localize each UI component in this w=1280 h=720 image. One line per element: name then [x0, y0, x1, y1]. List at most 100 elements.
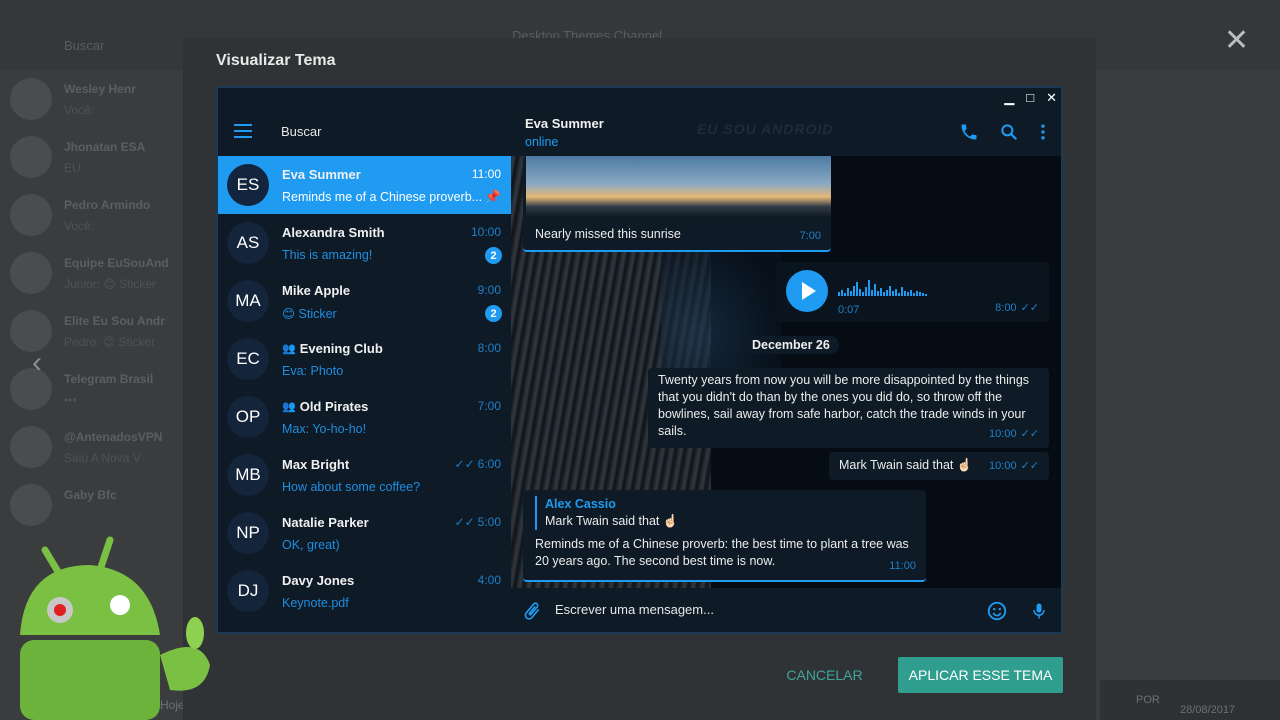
chat-name: Elite Eu Sou Andr: [64, 314, 165, 328]
maximize-icon[interactable]: □: [1026, 90, 1034, 106]
background-chat-item[interactable]: Pedro Armindo Você:: [0, 186, 180, 244]
chat-item[interactable]: AS Alexandra Smith 10:00 This is amazing! 2: [218, 214, 511, 272]
chat-preview: OK, great): [282, 538, 340, 552]
background-chat-list: Wesley Henr Você: Jhonatan ESA EU: Pedro Arm…: [0, 70, 180, 534]
chat-item[interactable]: NP Natalie Parker ✓✓ 5:00 OK, great): [218, 504, 511, 562]
minimize-icon[interactable]: ▁: [1004, 90, 1014, 106]
waveform-bar: [871, 290, 873, 296]
search-icon[interactable]: [999, 122, 1019, 142]
waveform-bar: [901, 287, 903, 296]
chat-name: 👥 Evening Club: [282, 341, 383, 356]
background-chat-item[interactable]: Elite Eu Sou Andr Pedro: 😊 Sticker: [0, 302, 180, 360]
chat-item[interactable]: OP 👥 Old Pirates 7:00 Max: Yo-ho-ho!: [218, 388, 511, 446]
chat-item[interactable]: EC 👥 Evening Club 8:00 Eva: Photo: [218, 330, 511, 388]
message-input[interactable]: [555, 602, 955, 617]
background-chat-item[interactable]: Wesley Henr Você:: [0, 70, 180, 128]
avatar: [10, 252, 52, 294]
modal-title: Visualizar Tema: [216, 52, 336, 69]
outgoing-message[interactable]: Mark Twain said that ☝🏻 10:00 ✓✓: [829, 452, 1049, 480]
double-check-icon: ✓✓: [1020, 428, 1039, 440]
photo-caption: Nearly missed this sunrise: [535, 227, 681, 241]
chat-preview: Saiu A Nova V: [64, 451, 141, 465]
chat-time: ✓✓ 5:00: [454, 515, 501, 529]
avatar: [10, 136, 52, 178]
waveform-bar: [922, 293, 924, 296]
avatar: AS: [227, 222, 269, 264]
unread-badge: 2: [485, 305, 502, 322]
chat-name: Equipe EuSouAnd: [64, 256, 169, 270]
double-check-icon: ✓✓: [454, 515, 475, 529]
voice-duration: 0:07: [838, 304, 860, 316]
cancel-button[interactable]: CANCELAR: [773, 657, 876, 693]
preview-search[interactable]: Buscar: [281, 124, 321, 139]
outgoing-message[interactable]: Twenty years from now you will be more d…: [648, 368, 1049, 448]
avatar: [10, 484, 52, 526]
chat-preview: 😊 Sticker: [282, 307, 337, 321]
message-time: 11:00: [889, 560, 916, 572]
phone-icon[interactable]: [959, 122, 979, 142]
avatar: MA: [227, 280, 269, 322]
avatar: OP: [227, 396, 269, 438]
message-time: 8:00 ✓✓: [995, 300, 1039, 317]
watermark: EU SOU ANDROID: [697, 121, 834, 137]
microphone-icon[interactable]: [1029, 600, 1049, 622]
sunrise-photo[interactable]: [526, 156, 831, 218]
chat-time: 11:00: [471, 167, 501, 181]
more-vertical-icon[interactable]: [1039, 122, 1047, 142]
chat-time: 7:00: [477, 399, 501, 413]
background-chat-item[interactable]: Equipe EuSouAnd Junior: 😊 Sticker: [0, 244, 180, 302]
waveform-bar: [838, 292, 840, 296]
incoming-reply-message[interactable]: Alex Cassio Mark Twain said that ☝🏻 Remi…: [523, 490, 926, 582]
apply-theme-button[interactable]: APLICAR ESSE TEMA: [898, 657, 1063, 693]
chat-item[interactable]: DJ Davy Jones 4:00 Keynote.pdf: [218, 562, 511, 620]
chat-preview: EU:: [64, 161, 85, 175]
message-composer: [511, 588, 1061, 632]
waveform-bar: [907, 292, 909, 296]
chat-preview: Você:: [64, 103, 95, 117]
reply-author: Alex Cassio: [545, 497, 616, 511]
hamburger-menu-icon[interactable]: [234, 124, 252, 138]
avatar: [10, 78, 52, 120]
waveform-bar: [847, 288, 849, 296]
chat-preview: Max: Yo-ho-ho!: [282, 422, 367, 436]
chat-name: Alexandra Smith: [282, 225, 385, 240]
chat-item[interactable]: MA Mike Apple 9:00 😊 Sticker 2: [218, 272, 511, 330]
chat-time: 8:00: [477, 341, 501, 355]
background-search[interactable]: Buscar: [64, 38, 104, 53]
avatar: EC: [227, 338, 269, 380]
background-chat-item[interactable]: Telegram Brasil •••: [0, 360, 180, 418]
double-check-icon: ✓✓: [454, 457, 475, 471]
close-icon[interactable]: ✕: [1046, 90, 1057, 106]
chat-preview: Junior: 😊 Sticker: [64, 277, 156, 291]
peer-status: online: [525, 135, 559, 149]
waveform-bar: [904, 291, 906, 296]
avatar: DJ: [227, 570, 269, 612]
waveform-bar: [841, 290, 843, 296]
background-chat-item[interactable]: Jhonatan ESA EU:: [0, 128, 180, 186]
close-icon[interactable]: ✕: [1224, 26, 1249, 56]
emoji-icon[interactable]: [986, 600, 1008, 622]
pin-icon: 📌: [484, 189, 501, 204]
chat-name: Eva Summer: [282, 167, 361, 182]
chat-time: 10:00: [470, 225, 501, 239]
chat-item[interactable]: MB Max Bright ✓✓ 6:00 How about some coffee?: [218, 446, 511, 504]
attach-icon[interactable]: [521, 600, 543, 622]
chat-preview: Você:: [64, 219, 95, 233]
preview-sidebar: Buscar ES Eva Summer 11:00 Reminds me of a …: [218, 88, 511, 632]
reply-quote[interactable]: Alex Cassio Mark Twain said that ☝🏻: [535, 496, 914, 530]
waveform-bar: [916, 291, 918, 296]
background-chat-item[interactable]: @AntenadosVPN Saiu A Nova V: [0, 418, 180, 476]
message-text: Mark Twain said that ☝🏻: [839, 458, 973, 472]
photo-message[interactable]: Nearly missed this sunrise 7:00: [523, 156, 831, 252]
avatar: [10, 310, 52, 352]
chevron-left-icon[interactable]: ‹: [32, 346, 42, 380]
voice-waveform[interactable]: [838, 278, 930, 296]
message-area: Nearly missed this sunrise 7:00 0:07 8:0…: [511, 156, 1061, 588]
chat-item[interactable]: ES Eva Summer 11:00 Reminds me of a Chinese…: [218, 156, 511, 214]
waveform-bar: [853, 286, 855, 296]
waveform-bar: [868, 280, 870, 296]
play-icon[interactable]: [786, 270, 828, 312]
avatar: NP: [227, 512, 269, 554]
chat-preview: •••: [64, 393, 77, 407]
peer-name[interactable]: Eva Summer: [525, 116, 604, 131]
